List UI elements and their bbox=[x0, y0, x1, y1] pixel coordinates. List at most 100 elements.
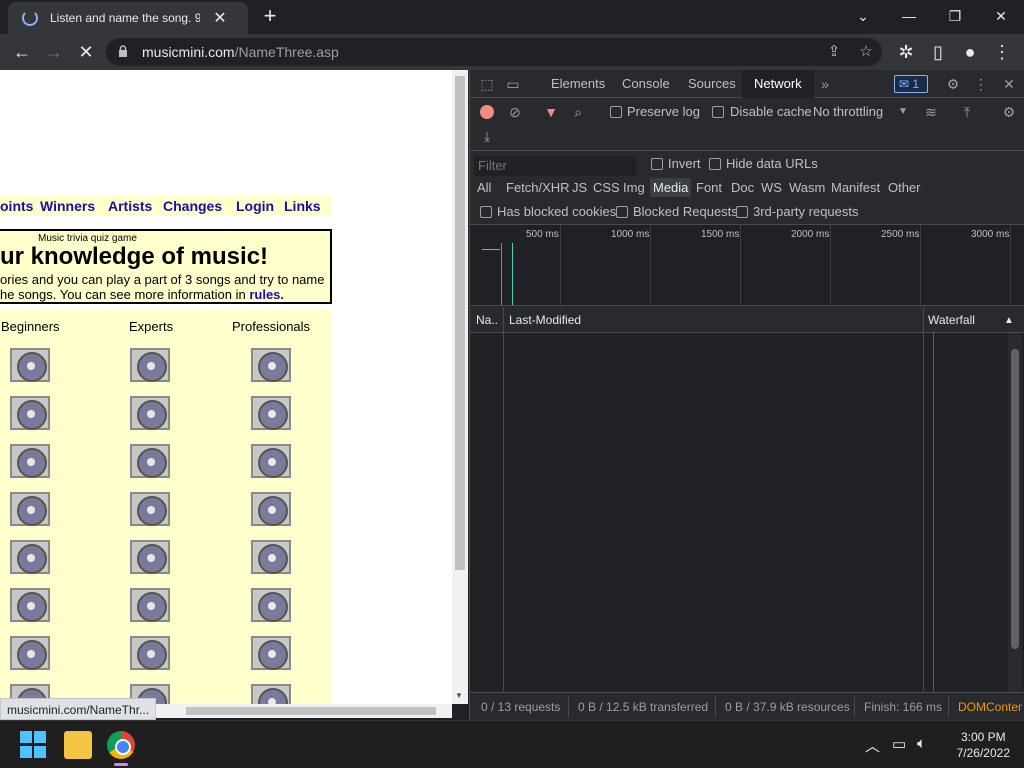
type-filter-css[interactable]: CSS bbox=[590, 178, 623, 197]
type-filter-img[interactable]: Img bbox=[620, 178, 648, 197]
type-filter-manifest[interactable]: Manifest bbox=[828, 178, 883, 197]
side-panel-icon[interactable]: ▯ bbox=[926, 40, 950, 64]
requests-scroll-thumb[interactable] bbox=[1011, 349, 1019, 649]
sort-ascending-icon[interactable]: ▲ bbox=[1004, 315, 1014, 326]
address-bar[interactable]: musicmini.com/NameThree.asp ⇪ ☆ bbox=[106, 38, 882, 66]
restore-button[interactable]: ❐ bbox=[940, 4, 970, 28]
blocked-requests-checkbox[interactable] bbox=[616, 206, 628, 218]
type-filter-fetch-xhr[interactable]: Fetch/XHR bbox=[503, 178, 573, 197]
page-scroll-thumb[interactable] bbox=[455, 76, 465, 570]
cd-button-professionals-7[interactable] bbox=[251, 636, 291, 670]
type-filter-wasm[interactable]: Wasm bbox=[786, 178, 828, 197]
nav-link-login[interactable]: Login bbox=[236, 198, 274, 214]
back-button[interactable]: ← bbox=[10, 40, 34, 64]
cd-button-professionals-4[interactable] bbox=[251, 492, 291, 526]
forward-button[interactable]: → bbox=[42, 40, 66, 64]
column-last-modified[interactable]: Last-Modified bbox=[509, 313, 581, 327]
inspect-element-icon[interactable]: ⬚ bbox=[478, 75, 496, 93]
menu-kebab-icon[interactable]: ⋮ bbox=[990, 40, 1014, 64]
stop-button[interactable]: ✕ bbox=[74, 40, 98, 64]
cd-button-experts-7[interactable] bbox=[130, 636, 170, 670]
chrome-icon[interactable] bbox=[107, 731, 135, 759]
cd-button-experts-1[interactable] bbox=[130, 348, 170, 382]
extensions-puzzle-icon[interactable]: ✲ bbox=[894, 40, 918, 64]
cd-button-experts-6[interactable] bbox=[130, 588, 170, 622]
cd-button-professionals-8[interactable] bbox=[251, 684, 291, 704]
export-har-icon[interactable]: ⤓ bbox=[478, 127, 496, 145]
disable-cache-checkbox[interactable] bbox=[712, 106, 724, 118]
minimize-button[interactable]: — bbox=[894, 4, 924, 28]
tab-network[interactable]: Network bbox=[742, 70, 814, 98]
share-icon[interactable]: ⇪ bbox=[824, 42, 844, 62]
browser-tab[interactable]: Listen and name the song. 90.000 ✕ bbox=[8, 2, 248, 34]
cd-button-professionals-1[interactable] bbox=[251, 348, 291, 382]
scroll-down-arrow-icon[interactable]: ▼ bbox=[455, 691, 463, 700]
preserve-log-checkbox[interactable] bbox=[610, 106, 622, 118]
network-conditions-icon[interactable]: ≋ bbox=[922, 103, 940, 121]
cd-button-experts-4[interactable] bbox=[130, 492, 170, 526]
close-devtools-icon[interactable]: ✕ bbox=[1000, 75, 1018, 93]
cd-button-professionals-6[interactable] bbox=[251, 588, 291, 622]
column-waterfall[interactable]: Waterfall bbox=[928, 313, 975, 327]
cd-button-beginners-2[interactable] bbox=[10, 396, 50, 430]
settings-gear-icon[interactable]: ⚙ bbox=[944, 75, 962, 93]
volume-icon[interactable]: 🔈︎ bbox=[917, 735, 926, 752]
windows-start-icon[interactable] bbox=[20, 731, 48, 759]
cd-button-professionals-5[interactable] bbox=[251, 540, 291, 574]
rules-link[interactable]: rules. bbox=[249, 287, 284, 302]
new-tab-button[interactable]: + bbox=[258, 5, 282, 29]
more-tabs-icon[interactable]: » bbox=[816, 75, 834, 93]
cd-button-professionals-3[interactable] bbox=[251, 444, 291, 478]
cd-button-beginners-5[interactable] bbox=[10, 540, 50, 574]
type-filter-other[interactable]: Other bbox=[885, 178, 924, 197]
close-window-button[interactable]: ✕ bbox=[986, 4, 1016, 28]
blocked-cookies-checkbox[interactable] bbox=[480, 206, 492, 218]
cd-button-beginners-1[interactable] bbox=[10, 348, 50, 382]
throttling-select[interactable]: No throttling bbox=[813, 104, 883, 119]
filter-input[interactable]: Filter bbox=[474, 156, 636, 176]
file-explorer-icon[interactable] bbox=[64, 731, 92, 759]
clear-icon[interactable]: ⊘ bbox=[506, 103, 524, 121]
record-button[interactable] bbox=[480, 105, 494, 119]
taskbar-clock[interactable]: 3:00 PM 7/26/2022 bbox=[957, 729, 1010, 761]
network-overview-timeline[interactable]: 500 ms 1000 ms 1500 ms 2000 ms 2500 ms 3… bbox=[470, 224, 1024, 307]
type-filter-ws[interactable]: WS bbox=[758, 178, 785, 197]
tab-sources[interactable]: Sources bbox=[688, 76, 736, 91]
nav-link-links[interactable]: Links bbox=[284, 198, 321, 214]
url-text[interactable]: musicmini.com/NameThree.asp bbox=[142, 44, 339, 60]
type-filter-all[interactable]: All bbox=[474, 178, 494, 197]
page-hscroll-thumb[interactable] bbox=[186, 707, 436, 715]
bookmark-star-icon[interactable]: ☆ bbox=[856, 42, 876, 62]
column-name[interactable]: Na.. bbox=[476, 313, 498, 327]
type-filter-font[interactable]: Font bbox=[693, 178, 725, 197]
devtools-menu-icon[interactable]: ⋮ bbox=[972, 75, 990, 93]
nav-link-points[interactable]: oints bbox=[0, 198, 33, 214]
cd-button-experts-5[interactable] bbox=[130, 540, 170, 574]
type-filter-js[interactable]: JS bbox=[569, 178, 590, 197]
filter-funnel-icon[interactable]: ▼ bbox=[542, 103, 560, 121]
cd-button-beginners-6[interactable] bbox=[10, 588, 50, 622]
throttling-dropdown-icon[interactable]: ▼ bbox=[894, 103, 912, 121]
import-har-icon[interactable]: ⤒ bbox=[958, 103, 976, 121]
search-icon[interactable]: ⌕ bbox=[569, 103, 587, 121]
profile-icon[interactable]: ● bbox=[958, 40, 982, 64]
type-filter-doc[interactable]: Doc bbox=[728, 178, 757, 197]
issues-badge[interactable]: ✉ 1 bbox=[894, 75, 928, 93]
cd-button-beginners-4[interactable] bbox=[10, 492, 50, 526]
invert-checkbox[interactable] bbox=[651, 158, 663, 170]
device-toolbar-icon[interactable]: ▭ bbox=[504, 75, 522, 93]
cd-button-beginners-3[interactable] bbox=[10, 444, 50, 478]
nav-link-winners[interactable]: Winners bbox=[40, 198, 95, 214]
third-party-checkbox[interactable] bbox=[736, 206, 748, 218]
tab-search-button[interactable]: ⌄ bbox=[848, 4, 878, 28]
cd-button-beginners-7[interactable] bbox=[10, 636, 50, 670]
tab-console[interactable]: Console bbox=[622, 76, 670, 91]
hide-data-urls-checkbox[interactable] bbox=[709, 158, 721, 170]
cd-button-experts-3[interactable] bbox=[130, 444, 170, 478]
page-vertical-scrollbar[interactable]: ▼ bbox=[452, 70, 468, 704]
requests-scrollbar[interactable] bbox=[1008, 333, 1022, 691]
lock-icon[interactable] bbox=[118, 45, 128, 57]
nav-link-artists[interactable]: Artists bbox=[108, 198, 152, 214]
tab-elements[interactable]: Elements bbox=[551, 76, 605, 91]
tab-close-icon[interactable]: ✕ bbox=[212, 8, 228, 28]
